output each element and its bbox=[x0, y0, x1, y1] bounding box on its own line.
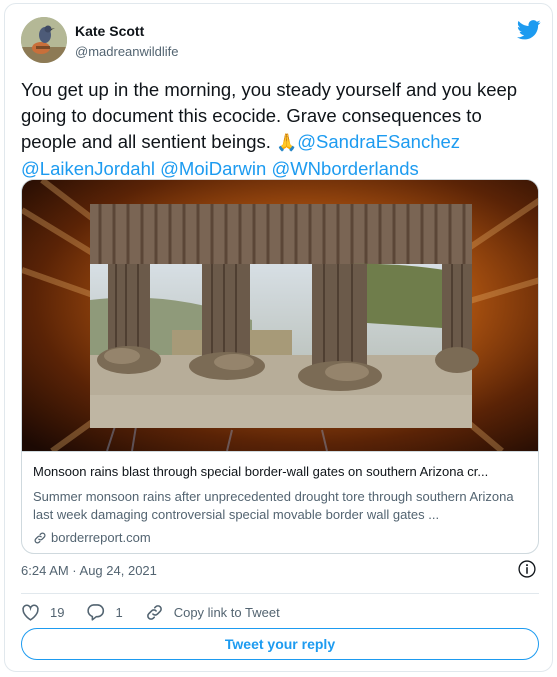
link-icon bbox=[146, 604, 162, 620]
tweet-reply-button[interactable]: Tweet your reply bbox=[21, 628, 539, 660]
link-preview-image[interactable] bbox=[22, 180, 538, 451]
link-title[interactable]: Monsoon rains blast through special bord… bbox=[33, 464, 531, 479]
reply-bubble-icon bbox=[87, 604, 105, 621]
praying-hands-emoji: 🙏 bbox=[276, 133, 298, 152]
like-button[interactable]: 19 bbox=[21, 604, 64, 621]
copy-link-label: Copy link to Tweet bbox=[173, 604, 280, 620]
tweet-text: You get up in the morning, you steady yo… bbox=[21, 77, 541, 182]
link-icon bbox=[34, 532, 46, 543]
link-domain: borderreport.com bbox=[33, 530, 151, 545]
reply-button[interactable]: 1 bbox=[86, 603, 123, 621]
divider bbox=[21, 593, 539, 594]
info-icon[interactable] bbox=[517, 559, 537, 579]
copy-link-button[interactable]: Copy link to Tweet bbox=[145, 603, 280, 622]
like-count: 19 bbox=[50, 604, 65, 620]
tweet-card: Kate Scott @madreanwildlife You get up i… bbox=[4, 3, 553, 672]
tweet-timestamp[interactable]: 6:24 AM · Aug 24, 2021 bbox=[21, 563, 157, 578]
reply-count: 1 bbox=[115, 604, 123, 620]
mention-link[interactable]: @SandraESanchez bbox=[297, 131, 460, 152]
link-description: Summer monsoon rains after unprecedented… bbox=[33, 489, 514, 522]
tweet-actions: 19 1 Copy link to Tweet bbox=[21, 600, 280, 624]
twitter-bird-icon[interactable] bbox=[517, 20, 541, 40]
bird-avatar-icon bbox=[21, 17, 67, 63]
link-preview-meta[interactable]: Monsoon rains blast through special bord… bbox=[22, 451, 538, 553]
link-domain-text: borderreport.com bbox=[51, 530, 151, 545]
mention-link[interactable]: @LaikenJordahl bbox=[21, 158, 155, 179]
link-preview-card[interactable]: Monsoon rains blast through special bord… bbox=[21, 179, 539, 554]
author-handle[interactable]: @madreanwildlife bbox=[75, 44, 179, 59]
mention-link[interactable]: @MoiDarwin bbox=[160, 158, 266, 179]
author-name[interactable]: Kate Scott bbox=[75, 23, 144, 39]
mention-link[interactable]: @WNborderlands bbox=[271, 158, 418, 179]
author-avatar[interactable] bbox=[21, 17, 67, 63]
heart-icon bbox=[22, 604, 39, 621]
